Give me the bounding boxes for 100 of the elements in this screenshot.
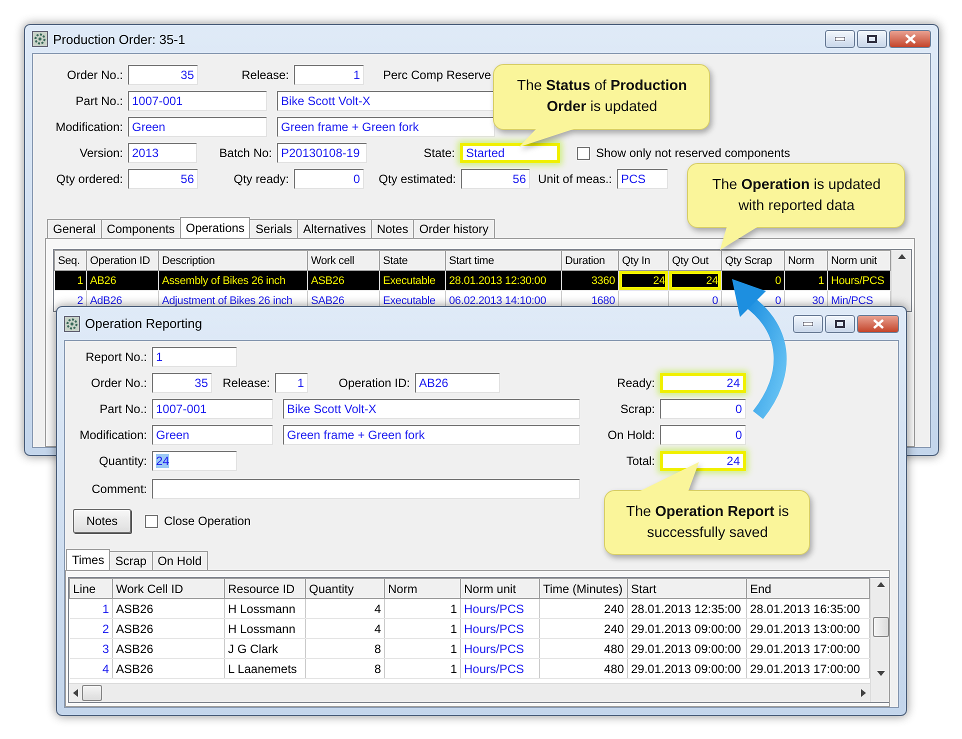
field-label: State: — [422, 146, 456, 160]
scrollbar[interactable] — [891, 250, 911, 311]
field-label: Operation ID: — [338, 376, 411, 390]
tab[interactable]: On Hold — [152, 551, 208, 570]
text-field[interactable]: 56 — [461, 169, 530, 189]
column-header[interactable]: Time (Minutes) — [540, 578, 628, 598]
text-field[interactable]: Bike Scott Volt-X — [283, 399, 580, 419]
text-field[interactable]: 1 — [294, 65, 364, 85]
table-row[interactable]: 1 AB26 Assembly of Bikes 26 inch ASB26 Executable 28.01.2013 12:30:00 3360 24 24 0 1 Hours/PCS — [54, 270, 890, 290]
text-field[interactable]: 1 — [275, 373, 308, 393]
column-header[interactable]: Work Cell ID — [112, 578, 224, 598]
column-header[interactable]: Description — [158, 250, 308, 270]
window-title: Production Order: 35-1 — [53, 32, 186, 46]
column-header[interactable]: Seq. — [54, 250, 86, 270]
table-cell: Hours/PCS — [460, 658, 540, 678]
tab[interactable]: Times — [66, 549, 110, 570]
field-label: Quantity: — [98, 454, 148, 468]
notes-button[interactable]: Notes — [73, 509, 131, 533]
field-label: Ready: — [616, 376, 656, 390]
field-label: Part No.: — [74, 94, 124, 108]
tab[interactable]: Components — [100, 219, 181, 238]
column-header[interactable]: Norm unit — [460, 578, 540, 598]
close-icon — [872, 318, 884, 328]
text-field[interactable]: 0 — [294, 169, 364, 189]
table-cell: L Laanemets — [224, 658, 306, 678]
text-field[interactable]: 24 — [660, 451, 746, 471]
table-cell: 8 — [306, 638, 384, 658]
minimize-icon — [835, 37, 845, 41]
maximize-button[interactable] — [825, 314, 855, 332]
text-field[interactable]: Green — [128, 117, 267, 137]
column-header[interactable]: Resource ID — [224, 578, 306, 598]
text-field[interactable]: PCS — [617, 169, 668, 189]
column-header[interactable]: Qty Scrap — [722, 250, 784, 270]
column-header[interactable]: State — [380, 250, 446, 270]
scrollbar-thumb[interactable] — [872, 617, 888, 637]
scrollbar-thumb[interactable] — [82, 685, 102, 701]
table-cell: 1 — [384, 638, 460, 658]
scroll-up-icon[interactable] — [898, 254, 906, 259]
text-field[interactable]: 0 — [660, 399, 746, 419]
tab[interactable]: General — [47, 219, 102, 238]
text-field[interactable]: 1 — [152, 347, 237, 367]
column-header[interactable]: Work cell — [308, 250, 380, 270]
text-field[interactable]: 1007-001 — [128, 91, 267, 111]
maximize-button[interactable] — [857, 30, 887, 48]
checkbox[interactable] — [145, 514, 158, 528]
column-header[interactable]: Start time — [446, 250, 562, 270]
scroll-down-icon[interactable] — [876, 671, 884, 676]
column-header[interactable]: Norm unit — [828, 250, 890, 270]
field-label: Modification: — [54, 120, 124, 134]
table-cell: 480 — [540, 658, 628, 678]
text-field[interactable]: AB26 — [415, 373, 500, 393]
text-field[interactable]: Green — [152, 425, 273, 445]
table-cell: 4 — [306, 618, 384, 638]
scroll-right-icon[interactable] — [861, 689, 866, 697]
text-field[interactable]: 56 — [128, 169, 198, 189]
text-field[interactable]: 24 — [660, 373, 746, 393]
text-field[interactable]: Green frame + Green fork — [283, 425, 580, 445]
callout-text: The Operation Report is successfully saved — [626, 502, 789, 542]
column-header[interactable]: End — [746, 578, 870, 598]
column-header[interactable]: Operation ID — [86, 250, 158, 270]
text-field[interactable]: 35 — [128, 65, 198, 85]
table-cell: 28.01.2013 12:35:00 — [628, 598, 746, 618]
text-field[interactable]: Green frame + Green fork — [277, 117, 495, 137]
close-button[interactable] — [857, 314, 899, 332]
text-field[interactable]: 35 — [152, 373, 212, 393]
tab[interactable]: Operations — [180, 217, 250, 238]
column-header[interactable]: Line — [70, 578, 112, 598]
table-cell: ASB26 — [112, 618, 224, 638]
column-header[interactable]: Qty Out — [668, 250, 722, 270]
text-field[interactable]: P20130108-19 — [277, 143, 367, 163]
text-field[interactable]: 24 — [152, 451, 237, 471]
table-cell: Hours/PCS — [460, 618, 540, 638]
text-field[interactable]: Started — [460, 143, 560, 163]
text-field[interactable]: 1007-001 — [152, 399, 273, 419]
column-header[interactable]: Quantity — [306, 578, 384, 598]
text-field[interactable] — [152, 479, 580, 499]
minimize-button[interactable] — [825, 30, 855, 48]
text-field[interactable]: 2013 — [128, 143, 197, 163]
scroll-left-icon[interactable] — [73, 689, 78, 697]
tab[interactable]: Order history — [413, 219, 495, 238]
minimize-button[interactable] — [793, 314, 823, 332]
text-field[interactable]: 0 — [660, 425, 746, 445]
close-button[interactable] — [889, 30, 931, 48]
column-header[interactable]: Qty In — [618, 250, 668, 270]
scrollbar[interactable] — [69, 683, 870, 702]
field-label: Part No.: — [98, 402, 148, 416]
table-cell: 8 — [306, 658, 384, 678]
column-header[interactable]: Duration — [562, 250, 618, 270]
column-header[interactable]: Start — [628, 578, 746, 598]
column-header[interactable]: Norm — [784, 250, 828, 270]
column-header[interactable]: Norm — [384, 578, 460, 598]
checkbox[interactable] — [577, 146, 590, 160]
table-cell: Hours/PCS — [460, 598, 540, 618]
tab[interactable]: Scrap — [109, 551, 153, 570]
text-field[interactable]: Bike Scott Volt-X — [277, 91, 495, 111]
table-cell: 24 — [668, 270, 722, 290]
scroll-up-icon[interactable] — [876, 582, 884, 587]
table-cell: 29.01.2013 09:00:00 — [628, 618, 746, 638]
table-cell: 240 — [540, 618, 628, 638]
scrollbar[interactable] — [870, 578, 889, 702]
